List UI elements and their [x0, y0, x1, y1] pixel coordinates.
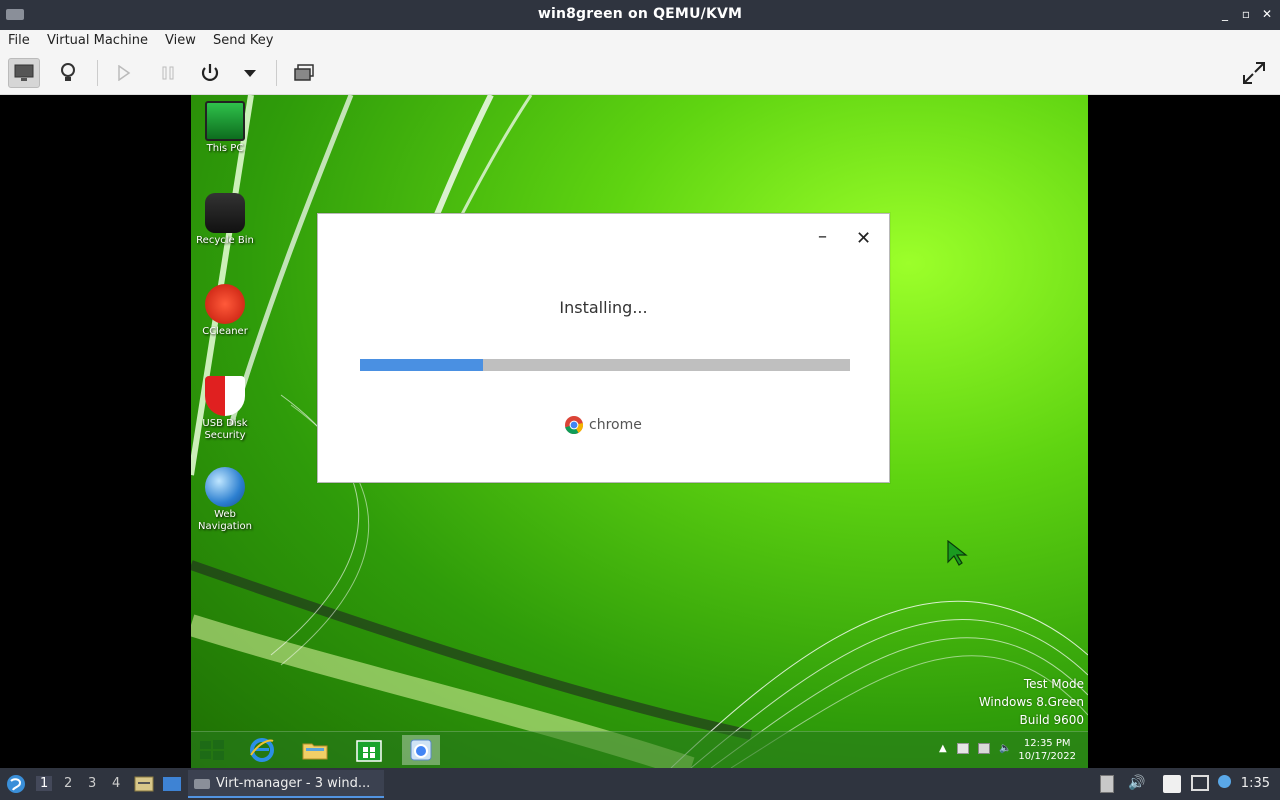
guest-taskbar-file-explorer[interactable]	[296, 735, 334, 765]
desktop-icon-label: Recycle Bin	[196, 235, 254, 246]
menu-bar: File Virtual Machine View Send Key	[0, 30, 1280, 52]
windows-logo-icon	[200, 740, 224, 760]
toolbar-separator	[97, 60, 98, 86]
watermark-line: Build 9600	[1019, 713, 1084, 727]
monitor-icon	[14, 64, 34, 81]
install-progress-fill	[360, 359, 483, 371]
monitor-icon	[205, 101, 245, 141]
desktop-icon-this-pc[interactable]: This PC	[192, 101, 258, 155]
console-view-button[interactable]	[8, 58, 40, 88]
store-icon	[356, 740, 382, 762]
menu-send-key[interactable]: Send Key	[213, 33, 273, 48]
start-menu-icon[interactable]	[6, 774, 26, 794]
snapshots-button[interactable]	[288, 58, 320, 88]
minimize-window-button[interactable]: _	[1218, 7, 1232, 21]
snapshot-icon	[294, 64, 314, 81]
desktop-icon-ccleaner[interactable]: CCleaner	[192, 284, 258, 338]
guest-taskbar: ▲ 🔈 12:35 PM 10/17/2022	[191, 731, 1088, 768]
watermark-line: Windows 8.Green	[978, 695, 1084, 709]
desktop-icon-label: This PC	[206, 143, 244, 154]
guest-start-button[interactable]	[193, 735, 231, 765]
tray-overflow-chevron-icon[interactable]: ▲	[939, 743, 947, 754]
test-mode-watermark: Test Mode Windows 8.Green Build 9600	[979, 675, 1084, 729]
fullscreen-button[interactable]	[1238, 58, 1270, 88]
install-progress-bar	[360, 359, 850, 371]
run-button[interactable]	[108, 58, 140, 88]
mouse-cursor-icon	[947, 540, 968, 566]
pause-button[interactable]	[152, 58, 184, 88]
chrome-installer-dialog: – ✕ Installing... chrome	[317, 213, 890, 483]
guest-clock[interactable]: 12:35 PM 10/17/2022	[1018, 737, 1076, 763]
globe-icon	[205, 467, 245, 507]
folder-icon	[302, 743, 328, 760]
chrome-logo-icon	[565, 416, 584, 435]
chevron-down-icon	[244, 70, 256, 77]
menu-virtual-machine[interactable]: Virtual Machine	[47, 33, 148, 48]
ccleaner-icon	[205, 284, 245, 324]
play-icon	[118, 65, 131, 81]
clipboard-icon[interactable]	[1100, 775, 1114, 793]
network-icon[interactable]	[978, 743, 990, 754]
watermark-line: Test Mode	[1023, 677, 1084, 691]
file-manager-icon[interactable]	[134, 775, 154, 793]
workspace-2[interactable]: 2	[64, 776, 72, 791]
recycle-bin-icon	[205, 193, 245, 233]
desktop-icon-label: CCleaner	[202, 326, 248, 337]
pause-icon	[162, 66, 174, 80]
guest-taskbar-chrome-installer[interactable]	[402, 735, 440, 765]
desktop-icon-label: USB Disk Security	[202, 418, 248, 441]
internet-explorer-icon	[250, 738, 274, 762]
power-icon	[201, 64, 219, 81]
menu-view[interactable]: View	[165, 33, 196, 48]
toolbar-separator	[276, 60, 277, 86]
menu-file[interactable]: File	[8, 33, 30, 48]
notification-icon[interactable]	[1218, 775, 1231, 788]
volume-icon[interactable]: 🔊	[1128, 775, 1145, 791]
taskbar-item-virt-manager[interactable]: Virt-manager - 3 wind...	[188, 770, 384, 798]
lightbulb-icon	[61, 63, 75, 81]
workspace-3[interactable]: 3	[88, 776, 96, 791]
guest-time: 12:35 PM	[1023, 738, 1071, 749]
guest-taskbar-ie[interactable]	[243, 735, 281, 765]
desktop-icon-web-navigation[interactable]: Web Navigation	[192, 467, 258, 533]
host-panel: 1 2 3 4 Virt-manager - 3 wind... 🔊 1:35	[0, 768, 1280, 800]
toolbar	[0, 52, 1280, 95]
volume-icon[interactable]: 🔈	[999, 743, 1011, 754]
desktop-icon-recycle-bin[interactable]: Recycle Bin	[192, 193, 258, 247]
fullscreen-icon	[1243, 62, 1265, 84]
workspace-1[interactable]: 1	[36, 776, 53, 791]
close-window-button[interactable]: ✕	[1260, 7, 1274, 21]
vm-display[interactable]: This PC Recycle Bin CCleaner USB Disk Se…	[191, 95, 1088, 768]
taskbar-item-label: Virt-manager - 3 wind...	[216, 776, 371, 791]
window-titlebar: win8green on QEMU/KVM _ ▫ ✕	[0, 0, 1280, 30]
dialog-minimize-button[interactable]: –	[818, 226, 827, 247]
files-icon[interactable]	[1163, 775, 1181, 793]
host-clock[interactable]: 1:35	[1241, 776, 1270, 791]
chrome-brand-label: chrome	[589, 417, 642, 433]
power-menu-dropdown[interactable]	[234, 58, 266, 88]
display-icon[interactable]	[1191, 775, 1209, 791]
power-button[interactable]	[194, 58, 226, 88]
guest-taskbar-store[interactable]	[350, 735, 388, 765]
action-center-icon[interactable]	[957, 743, 969, 754]
installer-icon	[410, 739, 432, 761]
workspace-4[interactable]: 4	[112, 776, 120, 791]
desktop-icon-usb-disk-security[interactable]: USB Disk Security	[192, 376, 258, 442]
shield-icon	[205, 376, 245, 416]
show-desktop-icon[interactable]	[162, 775, 182, 793]
install-status: Installing...	[559, 298, 648, 317]
chrome-brand: chrome	[564, 415, 642, 435]
virt-manager-icon	[194, 779, 210, 789]
maximize-window-button[interactable]: ▫	[1239, 7, 1253, 21]
details-view-button[interactable]	[52, 58, 84, 88]
guest-date: 10/17/2022	[1018, 751, 1076, 762]
dialog-close-button[interactable]: ✕	[856, 228, 871, 249]
desktop-icon-label: Web Navigation	[198, 509, 252, 532]
window-title: win8green on QEMU/KVM	[537, 6, 743, 22]
